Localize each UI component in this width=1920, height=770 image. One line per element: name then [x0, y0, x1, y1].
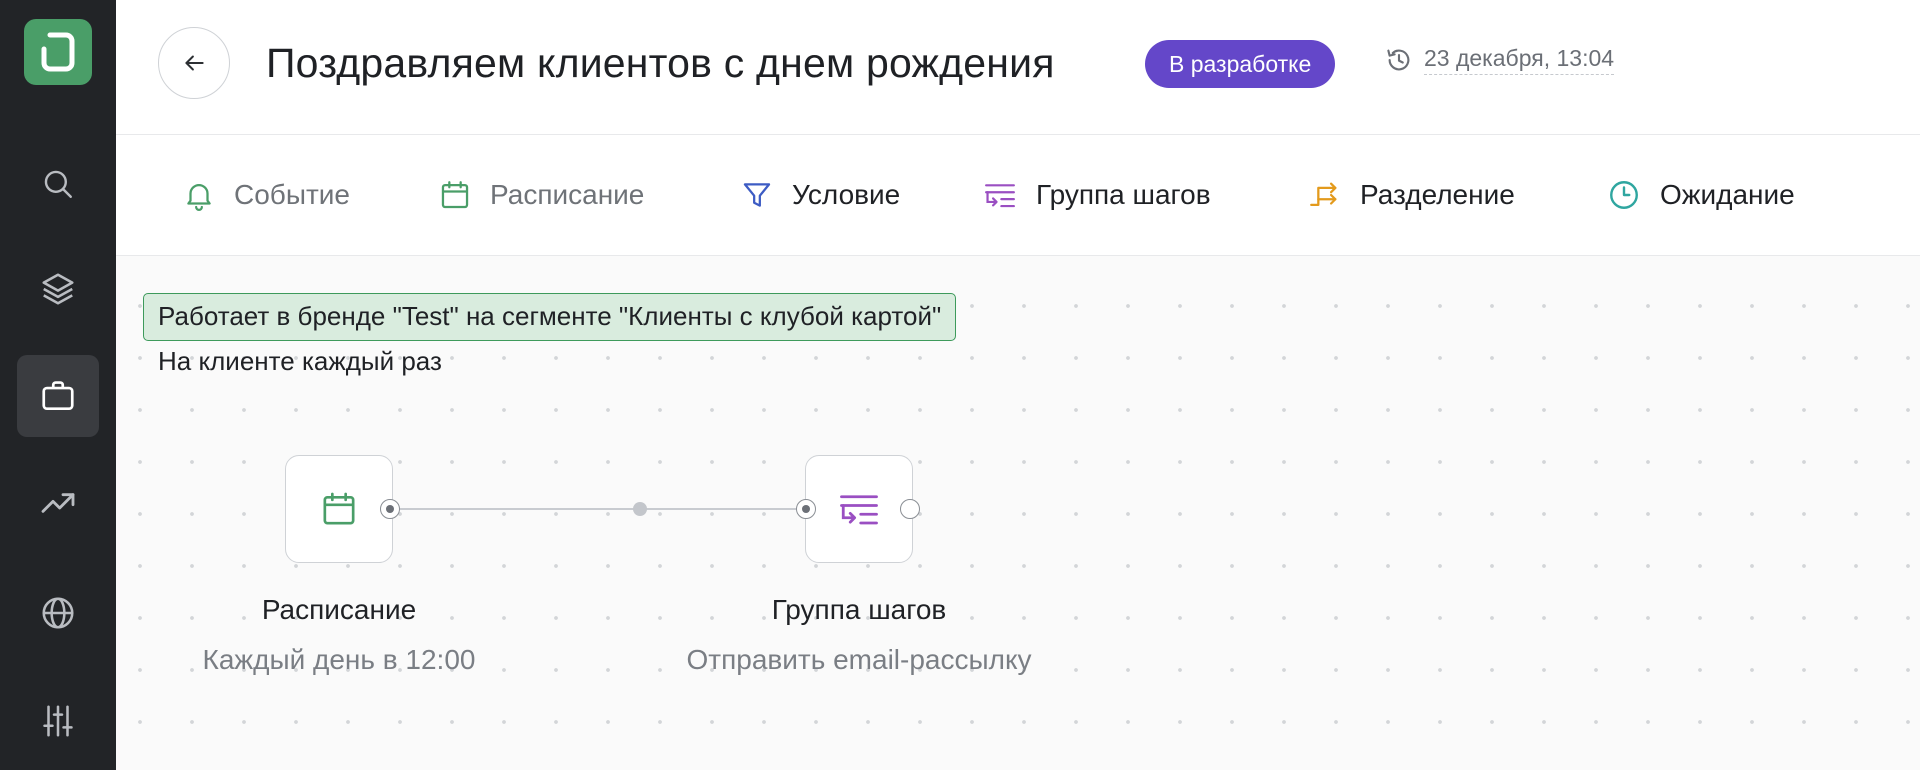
tool-schedule[interactable]: Расписание — [438, 169, 644, 221]
back-button[interactable] — [158, 27, 230, 99]
bell-icon — [187, 184, 211, 211]
tool-step-group[interactable]: Группа шагов — [982, 169, 1211, 221]
sliders-icon — [43, 705, 73, 737]
tool-step-group-label: Группа шагов — [1036, 179, 1211, 210]
sidebar-item-globe[interactable] — [17, 572, 99, 654]
tool-event[interactable]: Событие — [182, 169, 350, 221]
briefcase-icon — [42, 381, 74, 411]
version-history[interactable]: 23 декабря, 13:04 — [1384, 42, 1615, 78]
tool-schedule-label: Расписание — [490, 179, 645, 210]
node-schedule-description: Каждый день в 12:00 — [202, 644, 476, 675]
globe-icon — [42, 597, 74, 629]
node-step-group-input-port[interactable] — [796, 499, 816, 519]
sidebar — [0, 0, 116, 770]
step-group-icon — [985, 184, 1015, 208]
sidebar-item-search[interactable] — [17, 143, 99, 225]
tool-split[interactable]: Разделение — [1306, 169, 1515, 221]
app-logo[interactable] — [24, 19, 92, 85]
calendar-icon — [441, 181, 469, 209]
tool-condition[interactable]: Условие — [740, 169, 900, 221]
step-group-icon — [840, 495, 878, 525]
port-dot — [801, 504, 810, 513]
history-icon — [1387, 49, 1410, 71]
filter-icon — [743, 183, 771, 207]
calendar-icon — [323, 492, 355, 525]
layers-icon — [42, 273, 74, 305]
node-step-group-title: Группа шагов — [771, 594, 947, 625]
logo-icon — [41, 32, 75, 72]
node-step-group-description: Отправить email-рассылку — [686, 644, 1032, 675]
port-dot — [385, 504, 394, 513]
scope-banner[interactable]: Работает в бренде "Test" на сегменте "Кл… — [143, 293, 957, 341]
tool-wait-label: Ожидание — [1660, 179, 1795, 210]
node-schedule-title: Расписание — [261, 594, 417, 625]
sidebar-item-layers[interactable] — [17, 248, 99, 330]
tool-split-label: Разделение — [1360, 179, 1515, 210]
search-icon — [44, 170, 72, 198]
flow-canvas[interactable]: Работает в бренде "Test" на сегменте "Кл… — [116, 256, 1920, 770]
tool-event-label: Событие — [234, 179, 350, 210]
updated-date[interactable]: 23 декабря, 13:04 — [1424, 45, 1615, 75]
status-badge[interactable]: В разработке — [1145, 40, 1336, 88]
trending-up-icon — [41, 493, 75, 513]
scope-frequency: На клиенте каждый раз — [158, 346, 442, 376]
edge-add-point[interactable] — [633, 502, 647, 516]
node-step-group[interactable] — [805, 455, 913, 563]
tool-wait[interactable]: Ожидание — [1606, 169, 1795, 221]
split-icon — [1310, 182, 1337, 207]
sidebar-item-campaigns[interactable] — [17, 355, 99, 437]
arrow-left-icon — [185, 55, 204, 71]
node-step-group-output-port[interactable] — [900, 499, 920, 519]
page-header: Поздравляем клиентов с днем рождения В р… — [116, 0, 1920, 135]
node-schedule[interactable] — [285, 455, 393, 563]
node-schedule-output-port[interactable] — [380, 499, 400, 519]
step-toolbar: Событие Расписание Условие Группа шагов — [116, 135, 1920, 256]
page-title: Поздравляем клиентов с днем рождения — [266, 40, 1055, 86]
tool-condition-label: Условие — [792, 179, 901, 210]
clock-icon — [1610, 181, 1638, 209]
sidebar-item-analytics[interactable] — [17, 462, 99, 544]
sidebar-item-settings[interactable] — [17, 680, 99, 762]
